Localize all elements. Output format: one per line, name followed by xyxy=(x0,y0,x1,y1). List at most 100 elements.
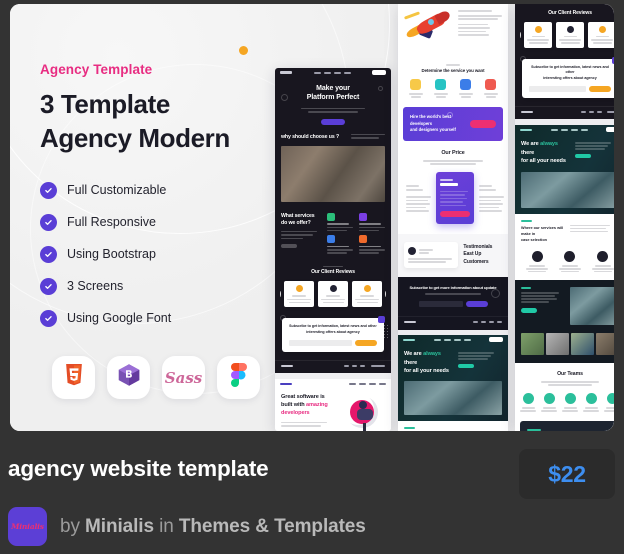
mock2-testimonial-title: Testimonials East Up Customers xyxy=(463,244,502,267)
mock2-cta-text: Hire the world's best developers and des… xyxy=(410,114,466,134)
service-icon xyxy=(485,79,496,91)
mock3-needs-line1: We are always there xyxy=(521,141,558,156)
feature-label: Full Customizable xyxy=(67,183,167,198)
subscribe-box: Subscribe to get information, latest new… xyxy=(282,318,384,352)
mock1-software-line1: Great software is xyxy=(281,394,325,401)
role-icon xyxy=(597,250,609,262)
check-circle-icon xyxy=(40,245,57,263)
review-card xyxy=(284,281,314,308)
feature-list: Full Customizable Full Responsive Using … xyxy=(40,181,265,327)
item-title[interactable]: agency website template xyxy=(8,456,269,482)
team-avatar xyxy=(543,392,555,404)
feature-label: Full Responsive xyxy=(67,215,156,230)
tech-tile-bootstrap xyxy=(107,356,150,399)
portfolio-thumb xyxy=(596,333,614,356)
mock3-role-item xyxy=(591,250,614,273)
mock3-about-photo xyxy=(570,287,614,326)
feature-icon xyxy=(358,235,367,244)
author-avatar[interactable]: Minialis xyxy=(8,507,47,546)
feature-icon xyxy=(327,212,335,221)
mock3-needs-hero: We are always there for all your needs xyxy=(515,125,614,214)
mock-logo xyxy=(520,128,532,132)
mock2-subscribe-button[interactable] xyxy=(465,300,488,307)
mock3-sub-line2: case selection xyxy=(521,237,547,242)
accent-dot xyxy=(239,46,248,55)
subscribe-email-input[interactable] xyxy=(289,339,352,346)
mock1-services-line1: What services xyxy=(281,212,315,219)
mock1-subscribe-section: Subscribe to get information, latest new… xyxy=(275,314,391,360)
mock2-footer xyxy=(398,315,508,331)
mock1-choose-title: why should choose us ? xyxy=(281,133,340,140)
feature-label: Using Bootstrap xyxy=(67,247,156,262)
mock-nav-item xyxy=(323,71,331,74)
mock3-project-cta-wrap: Have you decided to work on a project wi… xyxy=(515,420,614,431)
mock2-email-input[interactable] xyxy=(418,300,463,307)
subscribe-button[interactable] xyxy=(589,85,611,92)
mock3-navbar xyxy=(515,125,614,134)
mock1-hero-line1: Make your xyxy=(316,85,350,92)
mock1-feature-cell xyxy=(358,212,386,232)
mock2-services-title: Determine the service you want xyxy=(421,67,485,73)
review-card xyxy=(352,281,382,308)
mock3-footer xyxy=(515,105,614,120)
mock1-software-line3: developers xyxy=(281,410,310,417)
mock3-sub-line1: Where our services will make in xyxy=(521,225,564,236)
carousel-prev-icon xyxy=(280,291,281,298)
bootstrap-icon xyxy=(117,363,141,392)
mock3-team-section: Our Teams xyxy=(515,363,614,421)
mock-nav-item xyxy=(343,71,351,74)
avatar xyxy=(329,285,337,293)
preview-card[interactable]: Agency Template 3 Template Agency Modern… xyxy=(10,4,614,431)
byline-category[interactable]: Themes & Templates xyxy=(179,516,366,537)
mock2-cta-button[interactable] xyxy=(470,120,496,129)
avatar xyxy=(534,25,542,33)
review-card xyxy=(318,281,348,308)
byline-row: Minialis by Minialis in Themes & Templat… xyxy=(8,507,366,546)
subscribe-line1: Subscribe to get information, latest new… xyxy=(289,324,377,329)
byline-by: by xyxy=(60,515,86,537)
template-mockup-column-3[interactable]: Our Client Reviews Subscribe to get info… xyxy=(515,4,614,431)
price-card-basic xyxy=(403,180,434,217)
mock1-choose-section: why should choose us ? xyxy=(275,130,391,208)
promo-headline: 3 Template Agency Modern xyxy=(40,88,265,156)
price-card-featured xyxy=(436,171,474,225)
avatar xyxy=(408,247,416,256)
service-icon xyxy=(435,79,446,91)
mock3-role-item xyxy=(526,250,549,273)
mock1-software-section: Great software is built with amazing dev… xyxy=(275,379,391,431)
carousel-next-icon xyxy=(385,291,386,298)
mock-decor-ring xyxy=(520,55,526,62)
feature-item: Full Customizable xyxy=(40,181,265,199)
mock1-reviews-section: Our Client Reviews xyxy=(275,260,391,315)
html5-icon xyxy=(64,364,84,391)
mock-footer-logo xyxy=(404,320,416,324)
subscribe-email-input[interactable] xyxy=(529,85,586,92)
mock3-needs-title: We are always there for all your needs xyxy=(521,140,570,165)
mock1-feature-cell xyxy=(327,235,354,254)
mock1-software-title: Great software is built with amazing dev… xyxy=(281,394,333,417)
price-badge[interactable]: $22 xyxy=(519,449,615,499)
mock3-services-sub: Where our services will make in case sel… xyxy=(515,213,614,281)
feature-label: Using Google Font xyxy=(67,311,172,326)
subscribe-text: Subscribe to get information, latest new… xyxy=(289,324,377,335)
mock2-testimonials-section: Testimonials East Up Customers xyxy=(398,234,508,277)
mock2-service-item xyxy=(483,79,498,98)
chair-illustration xyxy=(336,394,380,431)
price-text: $22 xyxy=(548,460,586,487)
subscribe-button[interactable] xyxy=(355,339,377,346)
byline-author[interactable]: Minialis xyxy=(85,516,154,537)
price-cta-button[interactable] xyxy=(440,211,470,218)
template-mockup-column-2[interactable]: Determine the service you want Hire the … xyxy=(398,4,508,431)
mock-nav-button xyxy=(606,127,614,133)
tech-tile-figma xyxy=(217,356,260,399)
figma-icon xyxy=(230,363,247,392)
feature-item: 3 Screens xyxy=(40,277,265,295)
mock3-team-title: Our Teams xyxy=(557,371,583,378)
review-card xyxy=(524,21,552,48)
mock2-rocket-section xyxy=(398,4,508,60)
template-mockup-column-1[interactable]: Make your Platform Perfect why should ch… xyxy=(275,68,391,431)
rocket-illustration xyxy=(403,9,454,52)
team-avatar xyxy=(585,392,597,404)
mock-footer-logo xyxy=(281,364,293,368)
mock-decor-ring xyxy=(491,288,500,298)
